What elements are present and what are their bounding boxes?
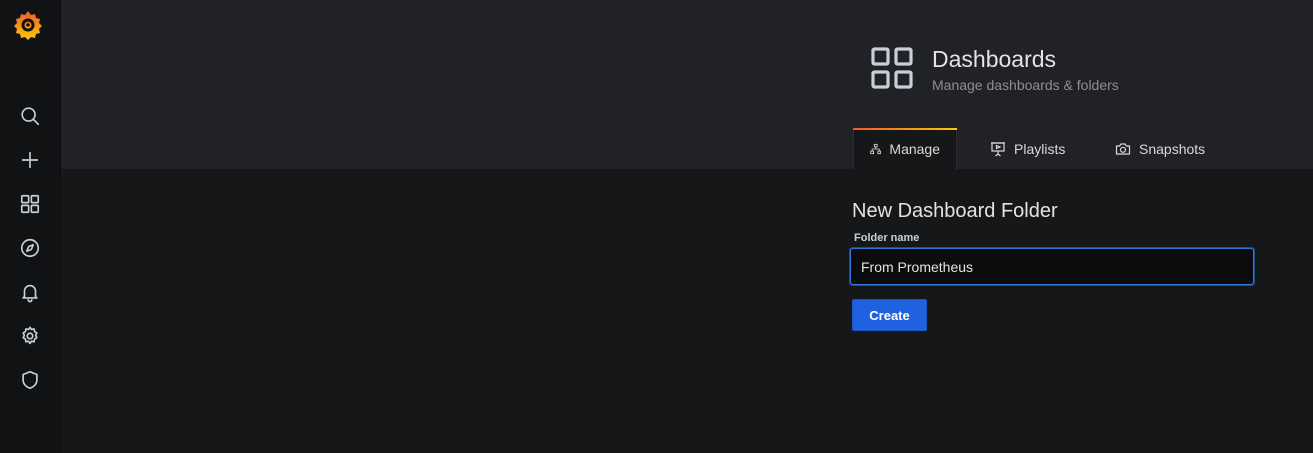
folder-name-label: Folder name <box>854 232 920 244</box>
form-title: New Dashboard Folder <box>852 200 1058 222</box>
sidebar-item-configuration[interactable] <box>0 314 60 358</box>
compass-icon <box>20 238 40 258</box>
grafana-logo-icon[interactable] <box>12 9 44 41</box>
tab-manage[interactable]: Manage <box>853 128 957 170</box>
sitemap-icon <box>870 143 882 155</box>
dashboards-icon <box>20 194 40 214</box>
gear-icon <box>22 326 38 345</box>
presentation-icon <box>991 141 1005 156</box>
tab-playlists[interactable]: Playlists <box>974 128 1081 169</box>
page-title: Dashboards <box>932 46 1057 72</box>
sidebar-item-search[interactable] <box>0 94 60 138</box>
sidebar <box>0 0 61 453</box>
sidebar-item-explore[interactable] <box>0 226 60 270</box>
sidebar-item-dashboards[interactable] <box>0 182 60 226</box>
page-header: Dashboards Manage dashboards & folders M… <box>61 0 1313 170</box>
search-icon <box>21 107 40 126</box>
tab-label: Snapshots <box>1139 140 1206 157</box>
bell-icon <box>22 284 38 303</box>
dashboards-icon <box>871 47 913 89</box>
tab-label: Manage <box>889 141 940 157</box>
tab-label: Playlists <box>1014 140 1066 157</box>
create-button[interactable]: Create <box>852 299 927 331</box>
sidebar-item-admin[interactable] <box>0 358 60 402</box>
tab-snapshots[interactable]: Snapshots <box>1099 128 1221 169</box>
sidebar-item-create[interactable] <box>0 138 60 182</box>
page-subtitle: Manage dashboards & folders <box>932 77 1119 93</box>
folder-name-input[interactable] <box>850 248 1254 285</box>
sidebar-item-alerting[interactable] <box>0 270 60 314</box>
app-root: Dashboards Manage dashboards & folders M… <box>0 0 1313 453</box>
plus-icon <box>21 151 39 169</box>
shield-icon <box>22 370 38 390</box>
camera-icon <box>1115 142 1131 155</box>
